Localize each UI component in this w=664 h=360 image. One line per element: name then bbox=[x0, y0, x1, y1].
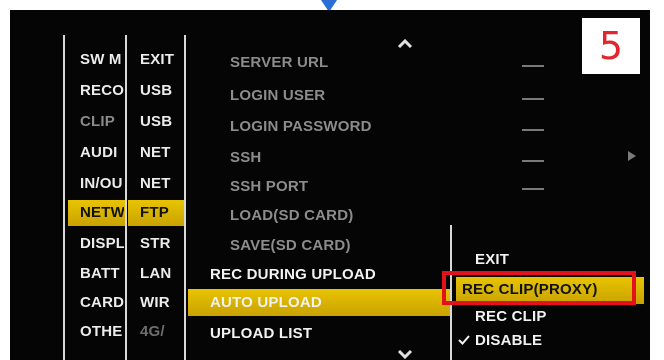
more-right-arrow-icon bbox=[628, 151, 636, 161]
menu-item-card[interactable]: CARD bbox=[80, 293, 124, 313]
scroll-down-chevron-icon[interactable] bbox=[397, 350, 413, 360]
submenu-item-usb-2[interactable]: USB bbox=[140, 112, 184, 132]
ftp-item-login-user[interactable]: LOGIN USER bbox=[230, 86, 325, 106]
submenu-item-streaming[interactable]: STR bbox=[140, 234, 184, 254]
submenu-item-wireless[interactable]: WIR bbox=[140, 293, 184, 313]
menu-item-sw-mode[interactable]: SW M bbox=[80, 50, 124, 70]
ftp-item-ssh[interactable]: SSH bbox=[230, 148, 261, 168]
menu-item-battery[interactable]: BATT bbox=[80, 264, 124, 284]
menu-item-audio[interactable]: AUDI bbox=[80, 143, 124, 163]
ftp-item-save-sd[interactable]: SAVE(SD CARD) bbox=[230, 236, 351, 256]
submenu-item-net-2[interactable]: NET bbox=[140, 174, 184, 194]
submenu-item-ftp[interactable]: FTP bbox=[140, 203, 184, 223]
ftp-item-ssh-port[interactable]: SSH PORT bbox=[230, 177, 308, 197]
menu-item-clip[interactable]: CLIP bbox=[80, 112, 124, 132]
submenu-item-exit[interactable]: EXIT bbox=[140, 50, 184, 70]
option-rec-clip[interactable]: REC CLIP bbox=[475, 307, 547, 327]
option-disable[interactable]: DISABLE bbox=[475, 331, 542, 351]
ftp-item-upload-list[interactable]: UPLOAD LIST bbox=[210, 324, 312, 344]
camera-menu-screen: SW M RECO CLIP AUDI IN/OU NETW DISPL BAT… bbox=[10, 10, 650, 360]
submenu-item-net-1[interactable]: NET bbox=[140, 143, 184, 163]
value-empty-dash bbox=[522, 188, 544, 190]
ftp-item-rec-during-upload[interactable]: REC DURING UPLOAD bbox=[210, 265, 376, 285]
column-divider bbox=[184, 35, 186, 360]
ftp-item-load-sd[interactable]: LOAD(SD CARD) bbox=[230, 206, 353, 226]
value-empty-dash bbox=[522, 65, 544, 67]
value-empty-dash bbox=[522, 98, 544, 100]
step-number-badge: 5 bbox=[582, 18, 640, 74]
menu-item-display[interactable]: DISPL bbox=[80, 234, 124, 254]
value-empty-dash bbox=[522, 129, 544, 131]
submenu-item-usb-1[interactable]: USB bbox=[140, 81, 184, 101]
menu-item-network[interactable]: NETW bbox=[80, 203, 124, 223]
submenu-item-4g[interactable]: 4G/ bbox=[140, 322, 184, 342]
menu-item-others[interactable]: OTHE bbox=[80, 322, 124, 342]
scroll-up-chevron-icon[interactable] bbox=[397, 38, 413, 48]
highlight-annotation-frame bbox=[442, 271, 636, 305]
column-divider bbox=[63, 35, 65, 360]
ftp-item-server-url[interactable]: SERVER URL bbox=[230, 53, 328, 73]
menu-item-in-out[interactable]: IN/OU bbox=[80, 174, 124, 194]
column-divider bbox=[125, 35, 127, 360]
menu-item-recording[interactable]: RECO bbox=[80, 81, 124, 101]
value-empty-dash bbox=[522, 160, 544, 162]
ftp-item-login-password[interactable]: LOGIN PASSWORD bbox=[230, 117, 372, 137]
checkmark-icon bbox=[458, 335, 470, 345]
ftp-item-auto-upload[interactable]: AUTO UPLOAD bbox=[210, 293, 322, 313]
submenu-item-lan[interactable]: LAN bbox=[140, 264, 184, 284]
option-exit[interactable]: EXIT bbox=[475, 250, 509, 270]
